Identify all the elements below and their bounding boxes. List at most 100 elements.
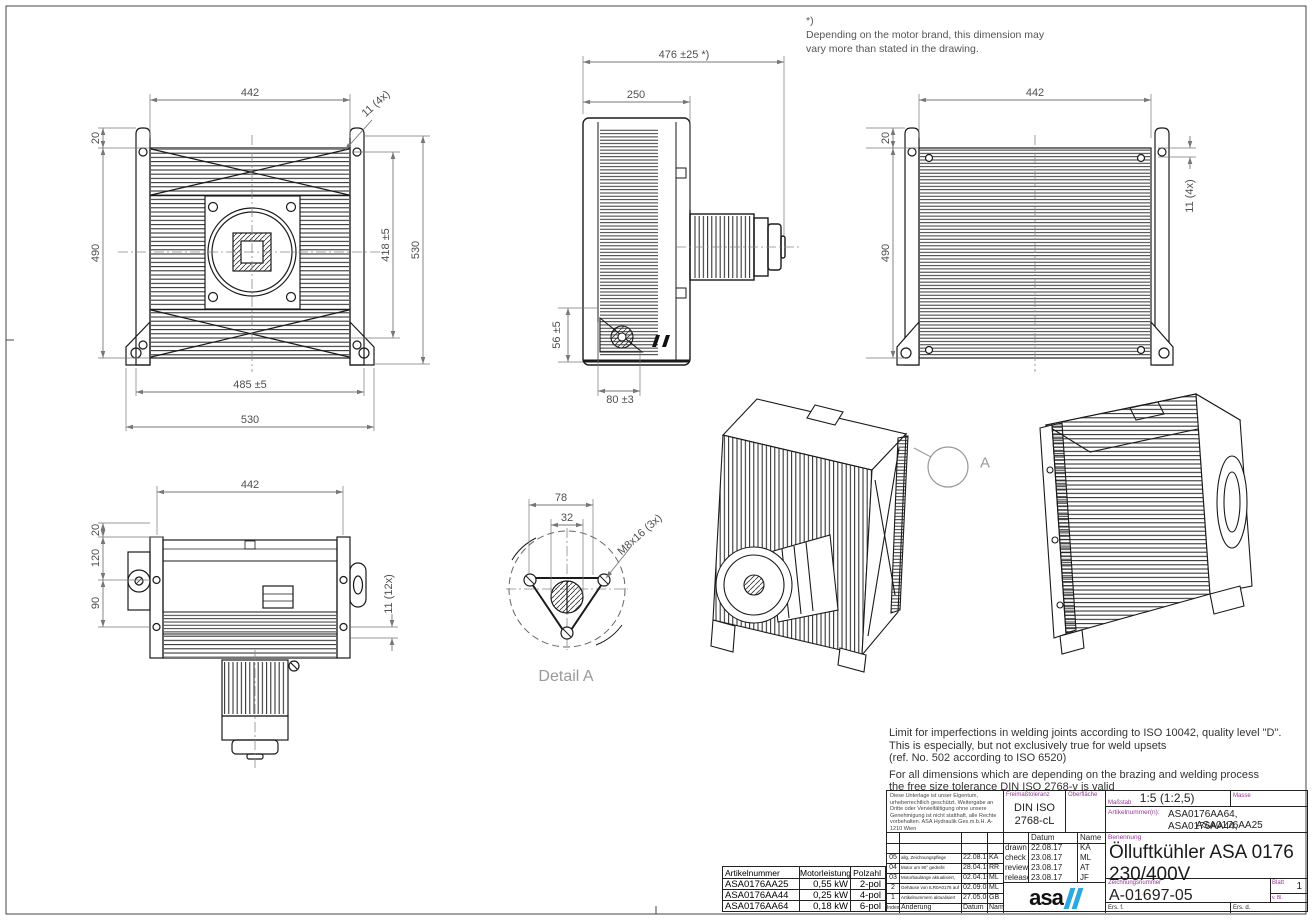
parts-cell: 0,18 kW (800, 901, 851, 912)
dim-detail-inner: 32 (561, 512, 573, 524)
parts-table: ArtikelnummerMotorleistungPolzahl ASA017… (722, 866, 886, 912)
logo-cell: asa (1004, 883, 1106, 913)
part-title-line1: Ölluftkühler ASA 0176 (1109, 842, 1294, 864)
tolerance-value-line1: DIN ISO (1004, 802, 1065, 815)
revision-header-index: Index (887, 903, 900, 913)
weld-notes: Limit for imperfections in welding joint… (889, 727, 1281, 794)
signature-row-date: 23.08.17 (1029, 853, 1078, 863)
signature-date-header: Datum (1029, 833, 1078, 843)
footnote-line1: Depending on the motor brand, this dimen… (806, 28, 1044, 42)
dim-rear-offset-top: 20 (880, 132, 892, 144)
dim-front-offset-top: 20 (90, 132, 102, 144)
revision-table: 05 allg. Zeichnungspflege 22.08.17 KA 04… (887, 833, 1004, 913)
signature-name-header: Name (1078, 833, 1106, 843)
parts-cell: 4-pol (851, 890, 883, 900)
footnote-ref: *) (806, 14, 1044, 28)
dim-side-total-length: 476 ±25 *) (659, 49, 710, 61)
signature-row-label: check stat. (1004, 853, 1029, 863)
drawing-sheet: 442 20 490 11 (4x) 418 ±5 530 485 ±5 530… (0, 0, 1312, 920)
signature-block: Datum Name drawn 22.08.17 KA check stat.… (1004, 833, 1106, 883)
parts-cell: 6-pol (851, 901, 883, 912)
parts-cell: 0,55 kW (800, 879, 851, 889)
revision-name: GB (988, 893, 1004, 903)
parts-header-artikelnummer: Artikelnummer (723, 867, 800, 878)
dim-front-width: 442 (241, 87, 259, 99)
drawing-number-value: A-01697-05 (1106, 887, 1270, 904)
tolerance-label: Freimaßtoleranz (1004, 791, 1065, 799)
scale-cell: Maßstab 1:5 (1:2,5) (1106, 791, 1231, 807)
dim-front-width-inner: 485 ±5 (233, 379, 267, 391)
revision-name: ML (988, 873, 1004, 883)
weld-note-line: For all dimensions which are depending o… (889, 769, 1281, 782)
revision-name: KA (988, 853, 1004, 863)
article-number-label: Artikelnummer(n): (1108, 809, 1160, 816)
motor-footnote: *) Depending on the motor brand, this di… (806, 14, 1044, 56)
surface-label: Oberfläche (1066, 791, 1105, 799)
ownership-note: Diese Unterlage ist unser Eigentum, urhe… (887, 791, 1004, 833)
parts-header-motorleistung: Motorleistung (800, 867, 851, 878)
signature-row-label: drawn (1004, 843, 1029, 853)
dim-side-depth: 250 (627, 89, 645, 101)
signature-row-name: KA (1078, 843, 1106, 853)
revision-date: 02.04.15 (962, 873, 988, 883)
parts-header-polzahl: Polzahl (851, 867, 883, 878)
revision-name: ML (988, 883, 1004, 893)
revision-index: 2 (887, 883, 900, 893)
sheet-cell: Blatt 1 v. Bl. (1271, 879, 1308, 903)
revision-date: 02.09.03 (962, 883, 988, 893)
revision-name: RR (988, 863, 1004, 873)
dim-rear-hole: 11 (4x) (1184, 179, 1196, 212)
signature-row-name: AT (1078, 863, 1106, 873)
revision-index: 05 (887, 853, 900, 863)
signature-row-name: ML (1078, 853, 1106, 863)
revision-index: 1 (887, 893, 900, 903)
iso-detail-callout: A (980, 455, 990, 472)
dim-front-height-inner: 418 ±5 (380, 228, 392, 262)
revision-change: allg. Zeichnungspflege (900, 853, 962, 863)
asa-logo: asa (1004, 883, 1105, 913)
mass-label: Masse (1231, 791, 1308, 800)
signature-row-date: 23.08.17 (1029, 863, 1078, 873)
tolerance-value-line2: 2768-cL (1004, 815, 1065, 828)
drawing-number-label: Zeichnungsnummer (1106, 879, 1270, 887)
footnote-line2: vary more than stated in the drawing. (806, 42, 1044, 56)
revision-index: 03 (887, 873, 900, 883)
parts-cell: ASA0176AA25 (723, 879, 800, 889)
tolerance-cell: Freimaßtoleranz DIN ISO 2768-cL (1004, 791, 1066, 833)
weld-note-line: Limit for imperfections in welding joint… (889, 727, 1281, 740)
parts-cell: 2-pol (851, 879, 883, 889)
scale-label: Maßstab (1106, 798, 1131, 807)
revision-change: Motorbaulänge aktualisiert, Motor um 90°… (900, 873, 962, 883)
revision-change: Artikelnummern aktualisiert (900, 893, 962, 903)
revision-date: 28.04.15 (962, 863, 988, 873)
dim-side-foot-width: 80 ±3 (606, 394, 633, 406)
designation-cell: Benennung Ölluftkühler ASA 0176 230/400V (1106, 833, 1308, 879)
scale-value: 1:5 (1:2,5) (1140, 791, 1195, 805)
surface-cell: Oberfläche (1066, 791, 1106, 833)
dim-top-width: 442 (241, 479, 259, 491)
dim-front-height: 490 (90, 244, 102, 262)
dim-front-width-outer: 530 (241, 414, 259, 426)
revision-date: 27.05.03 (962, 893, 988, 903)
revision-date: 22.08.17 (962, 853, 988, 863)
parts-cell: 0,25 kW (800, 890, 851, 900)
dim-rear-height: 490 (880, 244, 892, 262)
replaced-by-cell: Ers. d. (1231, 903, 1308, 913)
signature-row-label: review (1004, 863, 1029, 873)
mass-cell: Masse (1231, 791, 1308, 807)
dim-rear-width: 442 (1026, 87, 1044, 99)
replaces-for-cell: Ers. f. (1106, 903, 1231, 913)
sheet-number: 1 (1296, 881, 1302, 892)
dim-front-height-outer: 530 (410, 241, 422, 259)
revision-header-name: Name (988, 903, 1004, 913)
sheet-of-label: v. Bl. (1271, 894, 1308, 901)
signature-row-label: release (1004, 873, 1029, 883)
parts-cell: ASA0176AA64 (723, 901, 800, 912)
detail-a-label: Detail A (538, 668, 593, 686)
designation-label: Benennung (1108, 834, 1141, 841)
sheet-label: Blatt (1272, 880, 1284, 887)
dim-top-hole: 11 (12x) (383, 574, 395, 614)
drawing-number-cell: Zeichnungsnummer A-01697-05 (1106, 879, 1271, 903)
dim-side-foot-height: 56 ±5 (551, 321, 563, 348)
dim-top-offset: 20 (90, 524, 102, 536)
